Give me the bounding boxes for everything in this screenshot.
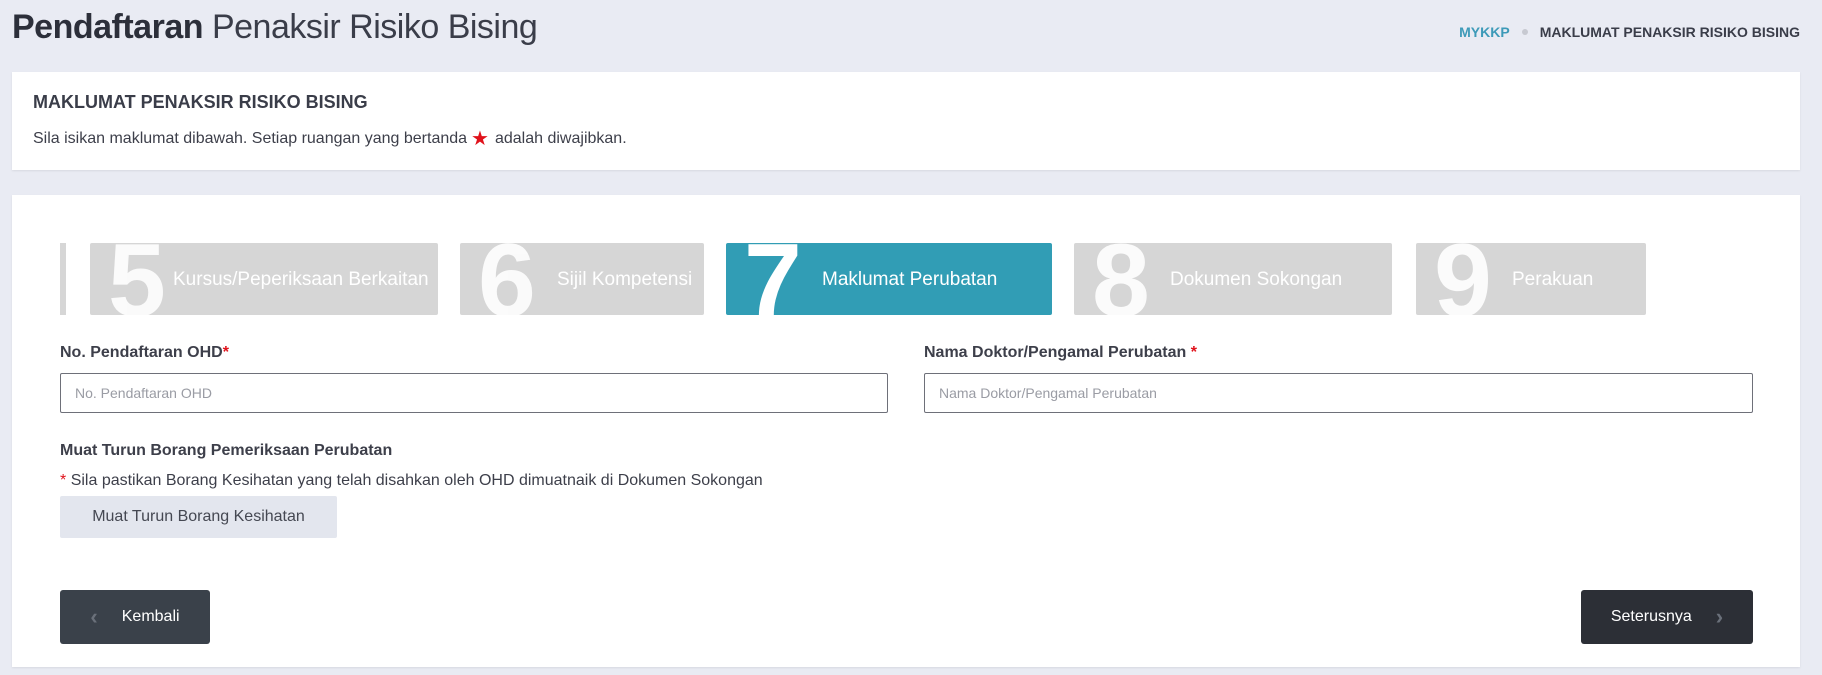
note-text: Sila pastikan Borang Kesihatan yang tela…	[70, 472, 763, 489]
next-button[interactable]: Seterusnya ›	[1581, 590, 1753, 644]
info-desc-after: adalah diwajibkan.	[494, 130, 627, 147]
doctor-required-mark: *	[1190, 344, 1197, 361]
back-button-label: Kembali	[121, 608, 180, 625]
page-title: Pendaftaran Penaksir Risiko Bising	[12, 8, 538, 47]
step-number: 9	[1434, 243, 1492, 315]
step-8[interactable]: 8 Dokumen Sokongan	[1074, 243, 1392, 315]
info-card: MAKLUMAT PENAKSIR RISIKO BISING Sila isi…	[12, 72, 1800, 170]
step-number: 5	[108, 243, 166, 315]
step-label: Perakuan	[1512, 269, 1594, 290]
step-previous-stub[interactable]	[60, 243, 66, 315]
required-star-icon: ★	[471, 128, 489, 150]
doctor-label-text: Nama Doktor/Pengamal Perubatan	[924, 344, 1187, 361]
wizard-stepper: 5 Kursus/Peperiksaan Berkaitan 6 Sijil K…	[60, 243, 1752, 315]
step-number: 7	[744, 243, 802, 315]
breadcrumb-current: MAKLUMAT PENAKSIR RISIKO BISING	[1539, 24, 1800, 40]
step-6[interactable]: 6 Sijil Kompetensi	[460, 243, 704, 315]
step-label: Kursus/Peperiksaan Berkaitan	[173, 269, 429, 290]
download-form-button[interactable]: Muat Turun Borang Kesihatan	[60, 496, 337, 538]
ohd-label-text: No. Pendaftaran OHD	[60, 344, 223, 361]
info-desc-before: Sila isikan maklumat dibawah. Setiap rua…	[33, 130, 468, 147]
download-section-title: Muat Turun Borang Pemeriksaan Perubatan	[60, 442, 393, 459]
step-label: Sijil Kompetensi	[557, 269, 693, 290]
step-5[interactable]: 5 Kursus/Peperiksaan Berkaitan	[90, 243, 438, 315]
ohd-required-mark: *	[222, 344, 229, 361]
chevron-left-icon: ‹	[90, 604, 98, 629]
step-number: 6	[478, 243, 536, 315]
doctor-name-input[interactable]	[924, 373, 1753, 413]
step-label: Dokumen Sokongan	[1170, 269, 1343, 290]
back-button[interactable]: ‹ Kembali	[60, 590, 210, 644]
note-required-mark: *	[60, 472, 67, 489]
page-title-bold: Pendaftaran	[12, 8, 204, 46]
page-title-light: Penaksir Risiko Bising	[211, 8, 538, 46]
info-description: Sila isikan maklumat dibawah. Setiap rua…	[33, 129, 627, 149]
doctor-label: Nama Doktor/Pengamal Perubatan *	[924, 344, 1197, 362]
step-number: 8	[1092, 243, 1150, 315]
breadcrumb: MYKKP MAKLUMAT PENAKSIR RISIKO BISING	[1459, 24, 1800, 40]
form-card: 5 Kursus/Peperiksaan Berkaitan 6 Sijil K…	[12, 195, 1800, 667]
breadcrumb-home-link[interactable]: MYKKP	[1459, 24, 1510, 40]
download-note: * Sila pastikan Borang Kesihatan yang te…	[60, 472, 763, 490]
step-7-active[interactable]: 7 Maklumat Perubatan	[726, 243, 1052, 315]
ohd-label: No. Pendaftaran OHD*	[60, 344, 229, 362]
step-label: Maklumat Perubatan	[822, 269, 998, 290]
chevron-right-icon: ›	[1715, 604, 1724, 629]
next-button-label: Seterusnya	[1610, 608, 1692, 625]
breadcrumb-separator	[1521, 29, 1528, 35]
ohd-registration-input[interactable]	[60, 373, 888, 413]
step-9[interactable]: 9 Perakuan	[1416, 243, 1646, 315]
info-title: MAKLUMAT PENAKSIR RISIKO BISING	[33, 92, 368, 112]
